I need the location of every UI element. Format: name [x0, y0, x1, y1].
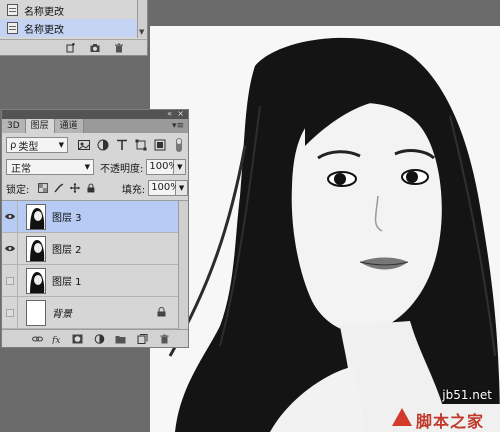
visibility-toggle[interactable] [2, 296, 18, 329]
camera-icon[interactable] [90, 43, 100, 53]
history-scrollbar[interactable]: ▼ [137, 0, 147, 38]
logo-triangle-icon [392, 408, 412, 426]
visibility-toggle[interactable] [2, 232, 18, 265]
fill-label: 填充: [121, 184, 146, 196]
smart-object-filter-icon[interactable] [154, 139, 166, 151]
pixel-filter-icon[interactable] [78, 139, 90, 151]
panel-menu-icon[interactable]: ▾≡ [172, 121, 184, 131]
trash-icon[interactable] [114, 43, 124, 53]
layer-row-layer-1[interactable]: 图层 1 [2, 264, 188, 297]
layers-panel: « × 3D 图层 通道 ▾≡ ρ 类型 ▼ 正常 ▼ 不透明度: 100% ▼… [1, 109, 189, 348]
lock-icon [157, 307, 166, 317]
layer-name[interactable]: 图层 2 [52, 241, 82, 256]
layer-list-scrollbar[interactable] [178, 201, 188, 329]
hidden-visibility-box [5, 308, 14, 317]
filter-toggle[interactable] [176, 138, 182, 152]
svg-text:fx: fx [52, 336, 60, 344]
group-icon[interactable] [115, 334, 126, 344]
layer-thumbnail [26, 267, 46, 294]
history-item-label: 名称更改 [24, 6, 64, 18]
tab-layers[interactable]: 图层 [25, 119, 55, 133]
layer-thumbnail [26, 299, 46, 326]
trash-icon[interactable] [159, 334, 170, 344]
fill-input[interactable]: 100% [148, 180, 180, 196]
lock-pixels-icon[interactable] [54, 183, 64, 193]
watermark-logo: 脚本之家 [388, 404, 500, 432]
fill-dropdown-button[interactable]: ▼ [176, 180, 189, 196]
history-panel: 名称更改 名称更改 ▼ [0, 0, 148, 56]
history-item-label: 名称更改 [24, 24, 64, 36]
layer-name[interactable]: 图层 3 [52, 209, 82, 224]
hidden-visibility-box [5, 276, 14, 285]
layer-name[interactable]: 背景 [52, 305, 72, 320]
chevron-down-icon: ▼ [58, 141, 64, 149]
lock-all-icon[interactable] [86, 183, 96, 193]
layer-row-layer-3[interactable]: 图层 3 [2, 200, 188, 233]
panel-title-bar[interactable]: « × [2, 109, 188, 119]
layer-filter-row: ρ 类型 ▼ [2, 135, 188, 155]
visibility-toggle[interactable] [2, 264, 18, 297]
filter-type-select[interactable]: ρ 类型 ▼ [6, 137, 68, 153]
layer-list: 图层 3 图层 2 图层 1 背景 [2, 200, 188, 329]
portrait-photo [150, 26, 500, 432]
document-canvas[interactable] [150, 26, 500, 432]
history-item-selected[interactable]: 名称更改 [0, 19, 138, 37]
adjustment-filter-icon[interactable] [97, 139, 109, 151]
layer-thumbnail [26, 203, 46, 230]
tab-3d[interactable]: 3D [2, 119, 26, 133]
adjustment-icon[interactable] [94, 334, 105, 344]
scroll-down-icon[interactable]: ▼ [139, 28, 144, 36]
eye-icon [4, 245, 15, 252]
visibility-toggle[interactable] [2, 200, 18, 233]
filter-type-value: 类型 [18, 141, 39, 153]
collapse-icon[interactable]: « [167, 109, 172, 118]
blend-mode-value: 正常 [11, 163, 31, 175]
layer-row-background[interactable]: 背景 [2, 296, 188, 329]
fx-icon[interactable]: fx [52, 334, 63, 344]
close-icon[interactable]: × [177, 109, 184, 118]
eye-icon [4, 213, 15, 220]
search-icon: ρ [10, 139, 17, 151]
opacity-label: 不透明度: [100, 163, 144, 175]
layers-bottom-toolbar: fx [2, 329, 188, 347]
blend-row: 正常 ▼ 不透明度: 100% ▼ [2, 157, 188, 177]
shape-filter-icon[interactable] [135, 139, 147, 151]
lock-position-icon[interactable] [70, 183, 80, 193]
watermark-site: jb51.net [442, 388, 492, 402]
new-document-from-state-icon[interactable] [66, 43, 76, 53]
opacity-input[interactable]: 100% [146, 159, 178, 175]
layer-thumbnail [26, 235, 46, 262]
layer-row-layer-2[interactable]: 图层 2 [2, 232, 188, 265]
chevron-down-icon: ▼ [84, 163, 90, 171]
history-toolbar [0, 39, 147, 55]
watermark-name: 脚本之家 [416, 412, 485, 431]
document-icon [7, 22, 18, 34]
blend-mode-select[interactable]: 正常 ▼ [6, 159, 94, 175]
type-filter-icon[interactable] [116, 139, 128, 151]
lock-transparency-icon[interactable] [38, 183, 49, 193]
layer-name[interactable]: 图层 1 [52, 273, 82, 288]
tab-channels[interactable]: 通道 [54, 119, 84, 133]
link-icon[interactable] [32, 334, 43, 344]
panel-tabs: 3D 图层 通道 ▾≡ [2, 119, 188, 133]
opacity-dropdown-button[interactable]: ▼ [174, 159, 187, 175]
lock-label: 锁定: [6, 184, 30, 196]
new-layer-icon[interactable] [137, 334, 148, 344]
history-item[interactable]: 名称更改 [0, 1, 138, 19]
document-icon [7, 4, 18, 16]
lock-row: 锁定: 填充: 100% ▼ [2, 178, 189, 198]
mask-icon[interactable] [72, 334, 83, 344]
